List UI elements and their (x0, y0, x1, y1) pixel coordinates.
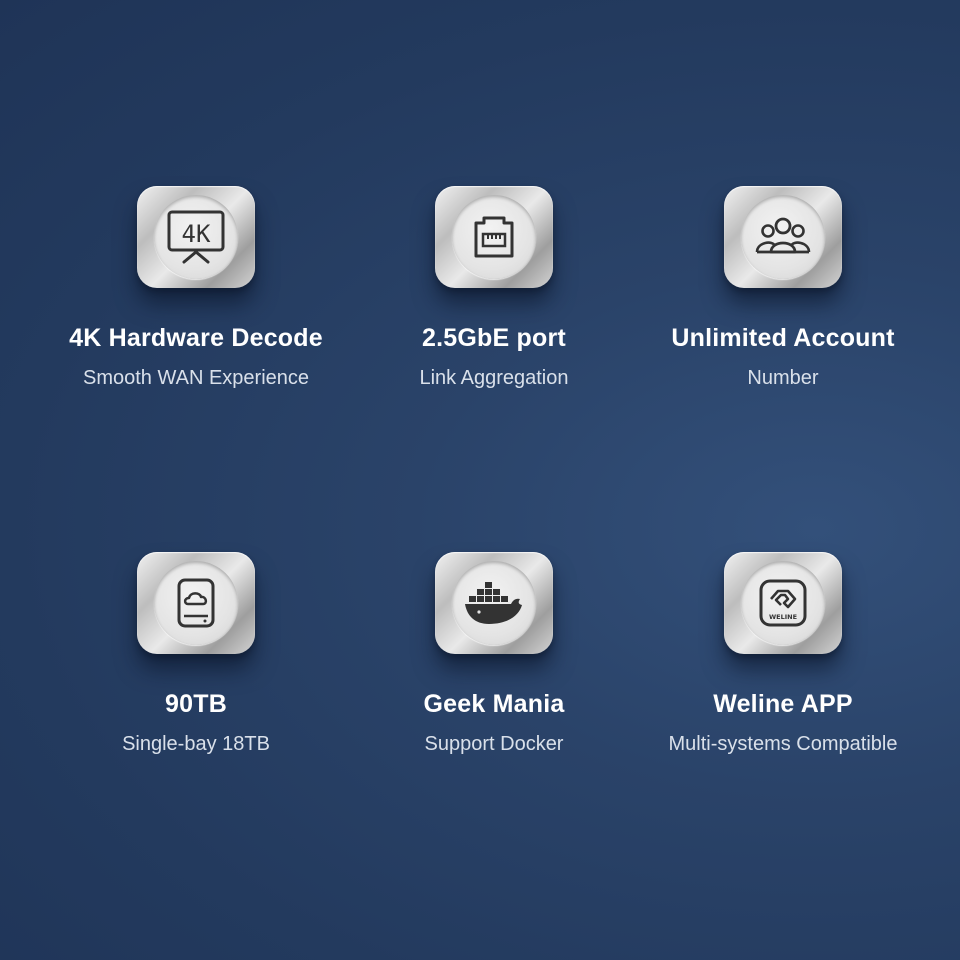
feature-subtitle: Number (747, 367, 819, 389)
feature-weline-app: WELINE Weline APP Multi-systems Compatib… (633, 552, 933, 772)
feature-title: 90TB (165, 690, 227, 718)
icon-disc (154, 561, 238, 645)
feature-key: 4K (137, 186, 255, 288)
feature-subtitle: Single-bay 18TB (122, 733, 270, 755)
feature-key (137, 552, 255, 654)
4k-label: 4K (182, 220, 211, 248)
feature-title: 4K Hardware Decode (69, 324, 323, 352)
icon-disc (452, 195, 536, 279)
feature-key (435, 552, 553, 654)
feature-key (724, 186, 842, 288)
feature-2-5gbe-port: 2.5GbE port Link Aggregation (344, 186, 644, 406)
icon-disc: WELINE (741, 561, 825, 645)
feature-subtitle: Multi-systems Compatible (668, 733, 898, 755)
feature-unlimited-account: Unlimited Account Number (633, 186, 933, 406)
feature-key: WELINE (724, 552, 842, 654)
docker-whale-icon (465, 582, 522, 624)
feature-subtitle: Link Aggregation (419, 367, 569, 389)
icon-disc (452, 561, 536, 645)
weline-wordmark: WELINE (769, 613, 797, 621)
feature-90tb: 90TB Single-bay 18TB (46, 552, 346, 772)
feature-title: Unlimited Account (671, 324, 895, 352)
weline-logo-icon: WELINE (759, 579, 807, 627)
ethernet-port-icon (474, 216, 514, 258)
4k-tv-icon: 4K (167, 210, 225, 264)
feature-title: 2.5GbE port (422, 324, 566, 352)
users-group-icon (755, 217, 811, 254)
feature-subtitle: Support Docker (424, 733, 564, 755)
feature-title: Geek Mania (423, 690, 565, 718)
feature-4k-hardware-decode: 4K 4K Hardware Decode Smooth WAN Experie… (46, 186, 346, 406)
icon-disc: 4K (154, 195, 238, 279)
icon-disc (741, 195, 825, 279)
feature-title: Weline APP (713, 690, 853, 718)
feature-key (435, 186, 553, 288)
cloud-drive-icon (177, 578, 215, 628)
feature-geek-mania: Geek Mania Support Docker (344, 552, 644, 772)
feature-subtitle: Smooth WAN Experience (82, 367, 309, 389)
